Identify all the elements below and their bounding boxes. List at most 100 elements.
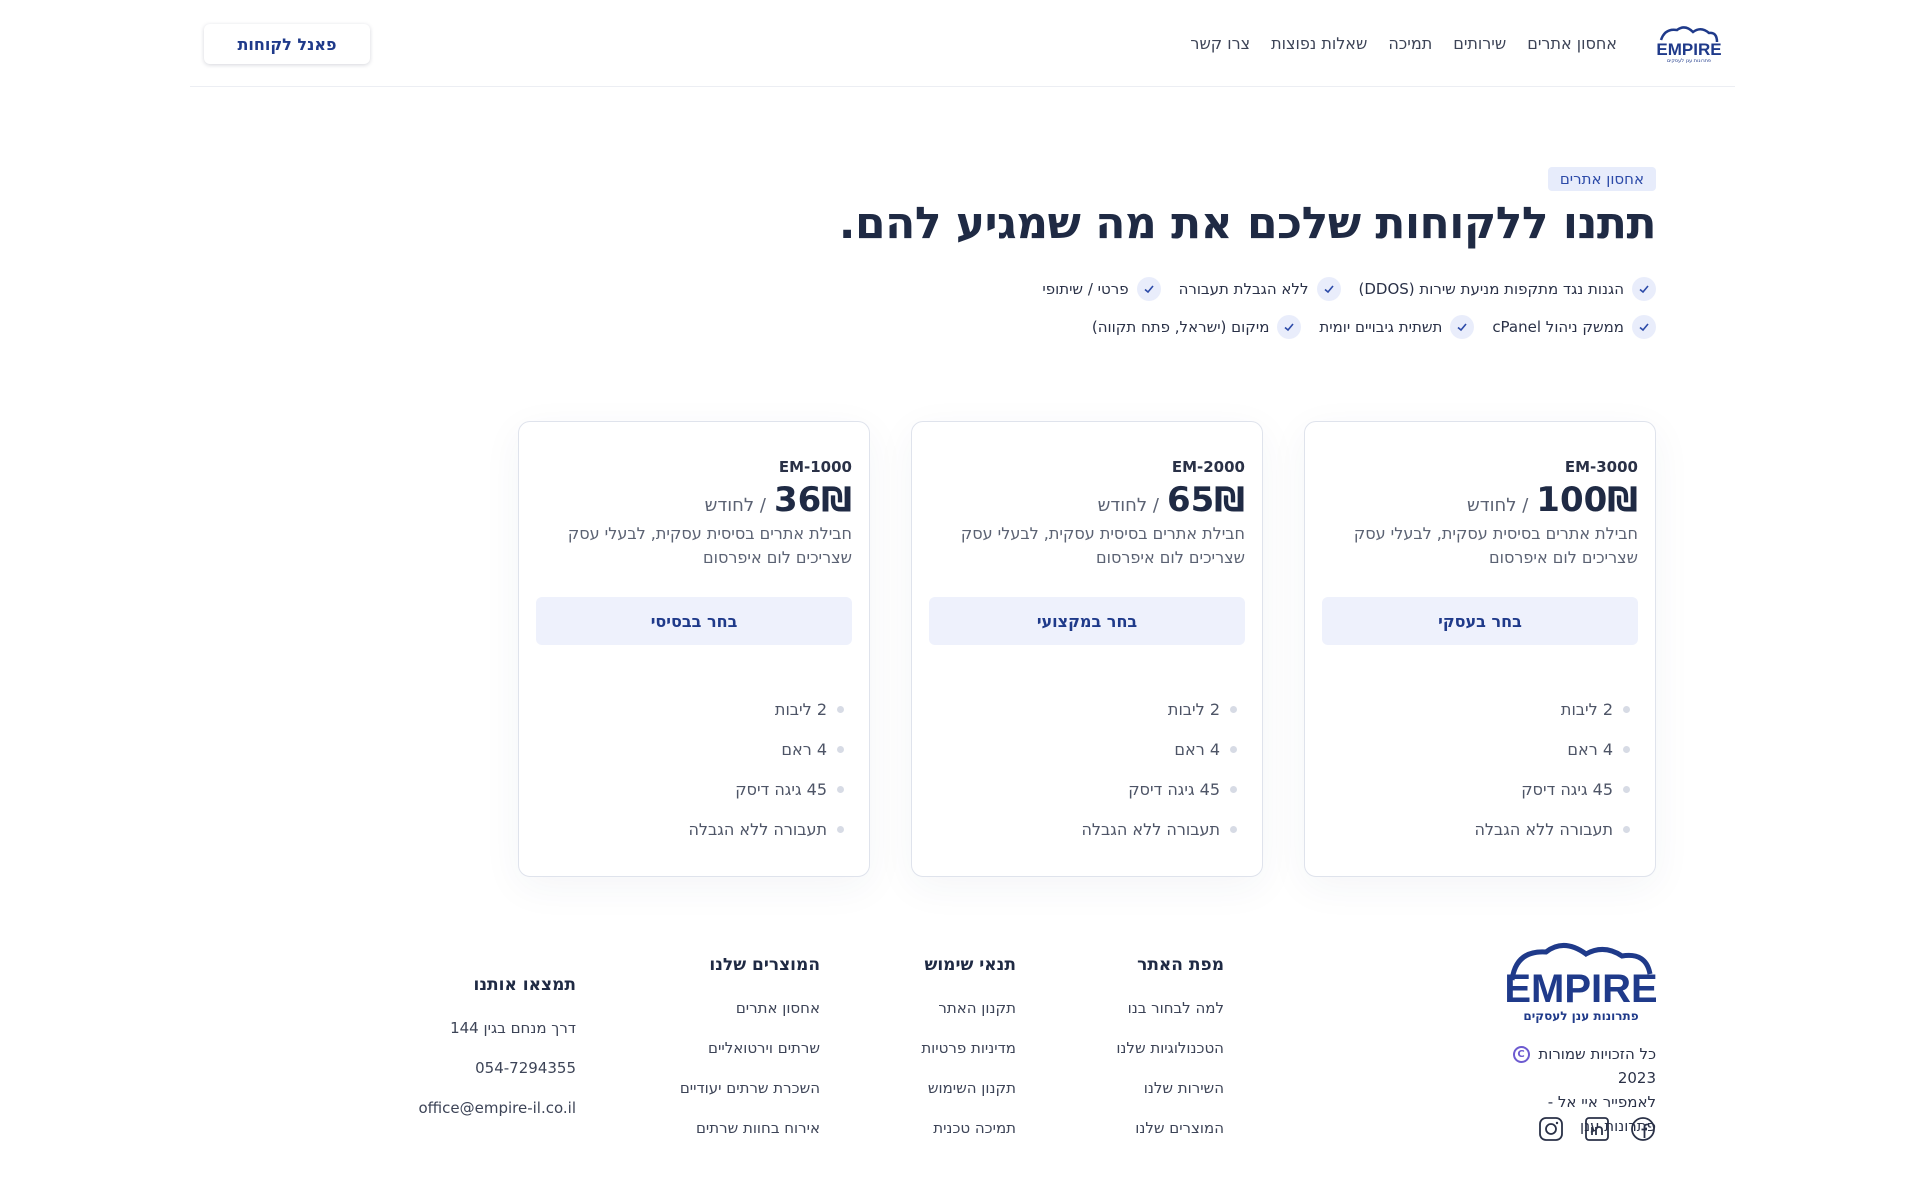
spec-label: 2 ליבות xyxy=(1560,699,1613,719)
footer-link[interactable]: השירות שלנו xyxy=(1116,1079,1224,1119)
plan-card-em-2000: EM-2000 65₪ / לחודש חבילת אתרים בסיסית ע… xyxy=(911,421,1263,877)
bullet-icon xyxy=(837,745,844,753)
bullet-icon xyxy=(1623,785,1630,793)
copyright-label: כל הזכויות שמורות xyxy=(1538,1045,1656,1063)
footer-link[interactable]: אחסון אתרים xyxy=(680,999,820,1039)
linkedin-icon[interactable] xyxy=(1584,1116,1610,1142)
bullet-icon xyxy=(1230,705,1237,713)
nav-support[interactable]: תמיכה xyxy=(1388,34,1432,53)
contact-email[interactable]: office@empire-il.co.il xyxy=(418,1099,576,1139)
price-period: / לחודש xyxy=(704,495,766,516)
bullet-icon xyxy=(1623,825,1630,833)
facebook-icon[interactable] xyxy=(1630,1116,1656,1142)
choose-professional-button[interactable]: בחר במקצועי xyxy=(929,597,1245,645)
footer-link[interactable]: למה לבחור בנו xyxy=(1116,999,1224,1039)
empire-logo-large[interactable]: EMPIRE פתרונות ענן לעסקים xyxy=(1506,940,1656,1024)
nav-contact[interactable]: צרו קשר xyxy=(1190,34,1250,53)
price-period: / לחודש xyxy=(1097,495,1159,516)
plan-price: 36₪ / לחודש xyxy=(705,480,852,520)
empire-logo[interactable]: EMPIRE פתרונות ענן לעסקים xyxy=(1655,24,1723,64)
spec-label: 2 ליבות xyxy=(1167,699,1220,719)
feature-label: מיקום (ישראל, פתח תקווה) xyxy=(1091,318,1270,336)
choose-business-button[interactable]: בחר בעסקי xyxy=(1322,597,1638,645)
price-period: / לחודש xyxy=(1467,495,1529,516)
plan-specs: 2 ליבות 4 ראם 45 גיגה דיסק תעבורה ללא הג… xyxy=(1474,689,1638,849)
bullet-icon xyxy=(837,705,844,713)
feature-item: תשתית גיבויים יומית xyxy=(1319,315,1475,339)
footer-brand: EMPIRE פתרונות ענן לעסקים כל הזכויות שמו… xyxy=(1496,940,1656,1138)
feature-item: מיקום (ישראל, פתח תקווה) xyxy=(1092,315,1302,339)
footer-link[interactable]: תקנון האתר xyxy=(921,999,1016,1039)
footer-link[interactable]: תמיכה טכנית xyxy=(921,1119,1016,1159)
check-icon xyxy=(1316,277,1341,301)
contact-phone[interactable]: 054-7294355 xyxy=(418,1059,576,1099)
nav-services[interactable]: שירותים xyxy=(1453,34,1506,53)
footer-link[interactable]: מדיניות פרטיות xyxy=(921,1039,1016,1079)
spec-item: 4 ראם xyxy=(688,729,852,769)
plan-name: EM-2000 xyxy=(1171,458,1245,476)
feature-item: הגנות נגד מתקפות מניעת שירות (DDOS) xyxy=(1358,277,1656,301)
spec-item: 45 גיגה דיסק xyxy=(1474,769,1638,809)
footer-col-products: המוצרים שלנו אחסון אתרים שרתים וירטואליי… xyxy=(680,955,820,1159)
footer-col-title: המוצרים שלנו xyxy=(709,955,820,975)
spec-item: 2 ליבות xyxy=(1474,689,1638,729)
copyright-year: 2023 xyxy=(1617,1069,1656,1087)
footer-col-title: מפת האתר xyxy=(1137,955,1224,975)
spec-item: 45 גיגה דיסק xyxy=(1081,769,1245,809)
spec-item: 2 ליבות xyxy=(1081,689,1245,729)
footer-link[interactable]: המוצרים שלנו xyxy=(1116,1119,1224,1159)
footer-col-title: תנאי שימוש xyxy=(924,955,1016,975)
site-header: EMPIRE פתרונות ענן לעסקים אחסון אתרים שי… xyxy=(190,0,1735,87)
check-icon xyxy=(1450,315,1475,339)
plan-specs: 2 ליבות 4 ראם 45 גיגה דיסק תעבורה ללא הג… xyxy=(1081,689,1245,849)
spec-item: 45 גיגה דיסק xyxy=(688,769,852,809)
spec-label: תעבורה ללא הגבלה xyxy=(1474,819,1613,839)
spec-item: תעבורה ללא הגבלה xyxy=(1081,809,1245,849)
spec-label: 4 ראם xyxy=(1567,739,1613,759)
logo-text: EMPIRE xyxy=(1506,967,1656,1011)
plan-description: חבילת אתרים בסיסית עסקית, לבעלי עסק שצרי… xyxy=(567,524,852,567)
pricing-plans: EM-3000 100₪ / לחודש חבילת אתרים בסיסית … xyxy=(518,421,1656,877)
spec-item: תעבורה ללא הגבלה xyxy=(1474,809,1638,849)
contact-address: דרך מנחם בגין 144 xyxy=(450,1019,576,1037)
nav-hosting[interactable]: אחסון אתרים xyxy=(1527,34,1617,53)
footer-link[interactable]: הטכנולוגיות שלנו xyxy=(1116,1039,1224,1079)
feature-label: ממשק ניהול cPanel xyxy=(1492,318,1624,336)
feature-item: ללא הגבלת תעבורה xyxy=(1179,277,1341,301)
bullet-icon xyxy=(1623,745,1630,753)
footer-link[interactable]: השכרת שרתים יעודיים xyxy=(680,1079,820,1119)
plan-description: חבילת אתרים בסיסית עסקית, לבעלי עסק שצרי… xyxy=(1353,524,1638,567)
main-nav: אחסון אתרים שירותים תמיכה שאלות נפוצות צ… xyxy=(1190,0,1617,87)
bullet-icon xyxy=(837,825,844,833)
spec-item: תעבורה ללא הגבלה xyxy=(688,809,852,849)
plan-name: EM-1000 xyxy=(778,458,852,476)
feature-label: הגנות נגד מתקפות מניעת שירות (DDOS) xyxy=(1358,280,1625,298)
spec-item: 2 ליבות xyxy=(688,689,852,729)
spec-label: תעבורה ללא הגבלה xyxy=(1081,819,1220,839)
client-panel-button[interactable]: פאנל לקוחות xyxy=(204,24,370,64)
spec-label: 45 גיגה דיסק xyxy=(1128,779,1220,799)
feature-item: ממשק ניהול cPanel xyxy=(1492,315,1656,339)
page-title: תתנו ללקוחות שלכם את מה שמגיע להם. xyxy=(838,198,1657,249)
price-amount: 36₪ xyxy=(773,480,852,520)
footer-col-terms: תנאי שימוש תקנון האתר מדיניות פרטיות תקנ… xyxy=(921,955,1016,1159)
footer-col-sitemap: מפת האתר למה לבחור בנו הטכנולוגיות שלנו … xyxy=(1116,955,1224,1159)
social-links xyxy=(1538,1116,1656,1142)
logo-text: EMPIRE xyxy=(1656,40,1721,59)
footer-link[interactable]: שרתים וירטואליים xyxy=(680,1039,820,1079)
plan-name: EM-3000 xyxy=(1564,458,1638,476)
feature-item: פרטי / שיתופי xyxy=(1042,277,1161,301)
spec-label: 2 ליבות xyxy=(774,699,827,719)
plan-card-em-1000: EM-1000 36₪ / לחודש חבילת אתרים בסיסית ע… xyxy=(518,421,870,877)
check-icon xyxy=(1632,277,1656,301)
instagram-icon[interactable] xyxy=(1538,1116,1564,1142)
nav-faq[interactable]: שאלות נפוצות xyxy=(1271,34,1367,53)
features-row-2: ממשק ניהול cPanel תשתית גיבויים יומית מי… xyxy=(1092,315,1656,339)
choose-basic-button[interactable]: בחר בבסיסי xyxy=(536,597,852,645)
copyright-icon: C xyxy=(1512,1046,1530,1063)
feature-label: תשתית גיבויים יומית xyxy=(1319,318,1443,336)
feature-label: ללא הגבלת תעבורה xyxy=(1178,280,1309,298)
footer-link[interactable]: אירוח בחוות שרתים xyxy=(680,1119,820,1159)
footer-link[interactable]: תקנון השימוש xyxy=(921,1079,1016,1119)
logo-tagline: פתרונות ענן לעסקים xyxy=(1667,58,1711,64)
